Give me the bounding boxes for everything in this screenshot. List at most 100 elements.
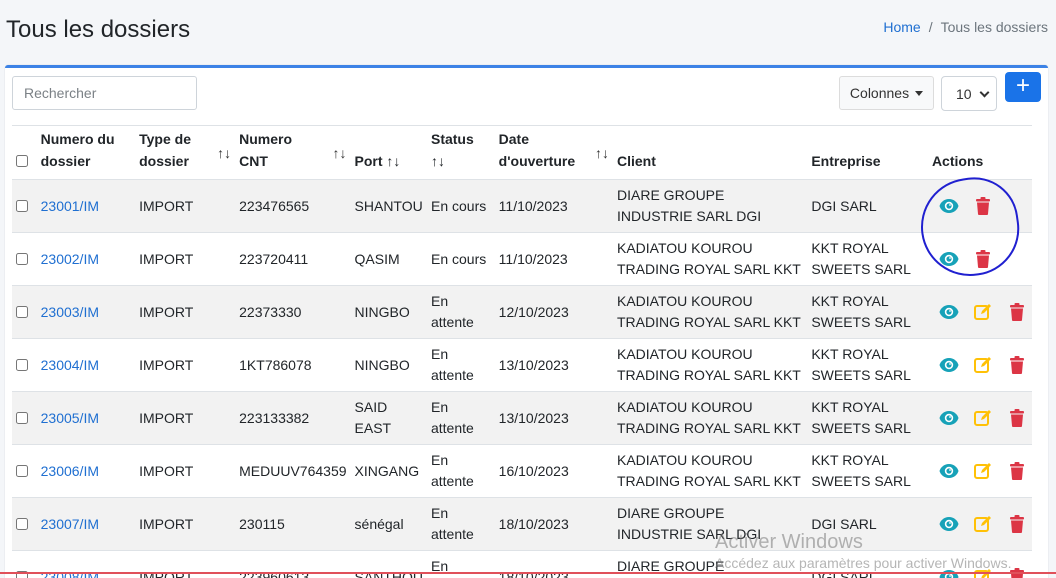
delete-trash-icon[interactable] xyxy=(1006,407,1028,429)
view-eye-icon[interactable] xyxy=(938,301,960,323)
dossiers-card: Colonnes 10 + Numero du dossier Type de xyxy=(5,65,1048,578)
row-actions xyxy=(932,354,1028,376)
delete-trash-icon[interactable] xyxy=(1006,354,1028,376)
caret-down-icon xyxy=(915,90,924,96)
sort-icon[interactable]: ↑↓ xyxy=(333,142,347,164)
entreprise: KKT ROYAL SWEETS SARL xyxy=(807,232,928,286)
delete-trash-icon[interactable] xyxy=(1006,460,1028,482)
header-select-all xyxy=(12,125,37,180)
header-cnt[interactable]: Numero CNT ↑↓ xyxy=(235,125,351,180)
view-eye-icon[interactable] xyxy=(938,513,960,535)
delete-trash-icon[interactable] xyxy=(1006,513,1028,535)
select-all-checkbox[interactable] xyxy=(16,155,28,167)
dossiers-table: Numero du dossier Type de dossier ↑↓ Num… xyxy=(12,125,1032,578)
dossier-number-link[interactable]: 23003/IM xyxy=(41,304,99,320)
header-client[interactable]: Client xyxy=(613,125,808,180)
edit-icon[interactable] xyxy=(972,407,994,429)
sort-icon[interactable]: ↑↓ xyxy=(595,142,609,164)
row-checkbox[interactable] xyxy=(16,411,28,424)
table-body: 23001/IM IMPORT 223476565 SHANTOU En cours 11… xyxy=(12,179,1032,578)
status: En attente xyxy=(426,497,495,551)
opening-date: 18/10/2023 xyxy=(494,497,613,551)
breadcrumb: Home / Tous les dossiers xyxy=(883,19,1048,35)
row-checkbox[interactable] xyxy=(16,305,28,318)
dossier-number-link[interactable]: 23002/IM xyxy=(41,251,99,267)
client: KADIATOU KOUROU TRADING ROYAL SARL KKT xyxy=(613,391,808,445)
dossier-number-link[interactable]: 23007/IM xyxy=(41,516,99,532)
table-row: 23007/IM IMPORT 230115 sénégal En attente 18/… xyxy=(12,497,1032,551)
client: KADIATOU KOUROU TRADING ROYAL SARL KKT xyxy=(613,444,808,498)
row-select-cell xyxy=(12,391,37,445)
status: En cours xyxy=(426,179,495,233)
row-checkbox[interactable] xyxy=(16,199,28,212)
header-date[interactable]: Date d'ouverture ↑↓ xyxy=(494,125,613,180)
cnt-number: 230115 xyxy=(235,497,351,551)
row-checkbox[interactable] xyxy=(16,252,28,265)
actions-cell xyxy=(927,232,1032,286)
cnt-number: 1KT786078 xyxy=(235,338,351,392)
dossier-number-link[interactable]: 23001/IM xyxy=(41,198,99,214)
add-dossier-button[interactable]: + xyxy=(1005,72,1041,102)
edit-icon[interactable] xyxy=(972,354,994,376)
entreprise: KKT ROYAL SWEETS SARL xyxy=(807,444,928,498)
status: En cours xyxy=(426,232,495,286)
table-row: 23004/IM IMPORT 1KT786078 NINGBO En attente 1… xyxy=(12,338,1032,392)
page-size-select[interactable]: 10 xyxy=(941,76,997,111)
search-input[interactable] xyxy=(12,76,197,110)
port: SHANTOU xyxy=(350,179,427,233)
entreprise: KKT ROYAL SWEETS SARL xyxy=(807,285,928,339)
header-actions: Actions xyxy=(927,125,1032,180)
dossier-number-link[interactable]: 23005/IM xyxy=(41,410,99,426)
view-eye-icon[interactable] xyxy=(938,248,960,270)
port: NINGBO xyxy=(350,338,427,392)
edit-icon[interactable] xyxy=(972,460,994,482)
dossier-type: IMPORT xyxy=(135,391,236,445)
edit-icon[interactable] xyxy=(972,301,994,323)
table-row: 23005/IM IMPORT 223133382 SAID EAST En atten… xyxy=(12,391,1032,445)
header-entreprise[interactable]: Entreprise xyxy=(807,125,928,180)
dossier-number-link[interactable]: 23006/IM xyxy=(41,463,99,479)
entreprise: DGI SARL xyxy=(807,179,928,233)
status: En attente xyxy=(426,391,495,445)
header-numero[interactable]: Numero du dossier xyxy=(36,125,136,180)
row-checkbox[interactable] xyxy=(16,517,28,530)
sort-icon[interactable]: ↑↓ xyxy=(431,153,445,169)
header-port[interactable]: Port ↑↓ xyxy=(350,125,427,180)
table-row: 23002/IM IMPORT 223720411 QASIM En cours 11/1… xyxy=(12,232,1032,286)
row-select-cell xyxy=(12,179,37,233)
cnt-number: 223720411 xyxy=(235,232,351,286)
opening-date: 12/10/2023 xyxy=(494,285,613,339)
view-eye-icon[interactable] xyxy=(938,354,960,376)
row-checkbox[interactable] xyxy=(16,464,28,477)
delete-trash-icon[interactable] xyxy=(972,248,994,270)
opening-date: 13/10/2023 xyxy=(494,338,613,392)
dossier-number-link[interactable]: 23004/IM xyxy=(41,357,99,373)
port: QASIM xyxy=(350,232,427,286)
row-checkbox[interactable] xyxy=(16,358,28,371)
sort-icon[interactable]: ↑↓ xyxy=(217,142,231,164)
actions-cell xyxy=(927,338,1032,392)
view-eye-icon[interactable] xyxy=(938,407,960,429)
view-eye-icon[interactable] xyxy=(938,195,960,217)
row-actions xyxy=(932,248,1028,270)
page-size-value: 10 xyxy=(956,85,972,102)
delete-trash-icon[interactable] xyxy=(972,195,994,217)
cnt-number: 223476565 xyxy=(235,179,351,233)
row-actions xyxy=(932,460,1028,482)
view-eye-icon[interactable] xyxy=(938,460,960,482)
dossier-type: IMPORT xyxy=(135,232,236,286)
sort-icon[interactable]: ↑↓ xyxy=(386,153,400,169)
columns-button[interactable]: Colonnes xyxy=(839,76,934,110)
port: XINGANG xyxy=(350,444,427,498)
row-select-cell xyxy=(12,285,37,339)
screen-edge-line xyxy=(0,572,1056,574)
table-toolbar: Colonnes 10 + xyxy=(5,68,1048,126)
actions-cell xyxy=(927,179,1032,233)
header-type[interactable]: Type de dossier ↑↓ xyxy=(135,125,236,180)
breadcrumb-home-link[interactable]: Home xyxy=(883,19,920,35)
client: KADIATOU KOUROU TRADING ROYAL SARL KKT xyxy=(613,338,808,392)
row-select-cell xyxy=(12,444,37,498)
edit-icon[interactable] xyxy=(972,513,994,535)
header-status[interactable]: Status ↑↓ xyxy=(426,125,495,180)
delete-trash-icon[interactable] xyxy=(1006,301,1028,323)
